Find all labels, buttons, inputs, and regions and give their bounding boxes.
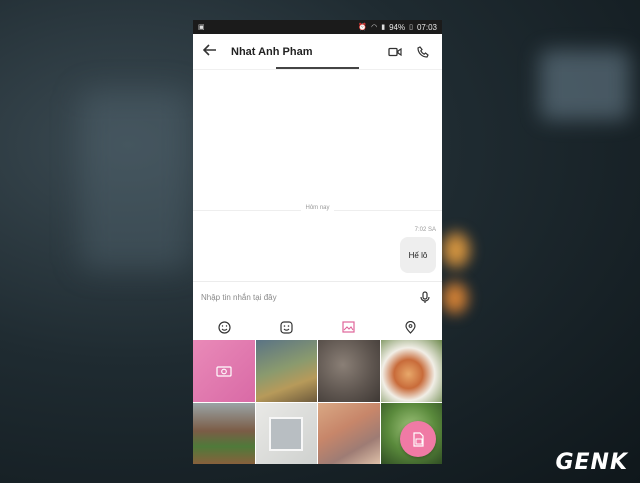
open-gallery-button[interactable] [400,421,436,457]
photo-frame [269,417,304,451]
date-divider: Hôm nay [193,205,442,211]
battery-icon: ▯ [409,24,413,31]
sticker-icon[interactable] [277,318,295,336]
battery-percent: 94% [389,22,406,32]
background-blur [540,50,630,120]
gallery-folder-icon [413,431,424,447]
background-light [440,230,472,270]
gallery-photo[interactable] [255,403,317,464]
back-arrow-icon[interactable] [202,43,229,60]
phone-screen: ▣ ⏰ ◠ ▮ 94% ▯ 07:03 Nhat Anh Pham Hôm na… [193,20,442,464]
location-icon[interactable] [402,318,420,336]
header-underline [276,67,359,69]
background-blur [80,90,190,270]
phone-icon[interactable] [414,43,432,61]
gallery-photo[interactable] [318,340,380,402]
gallery-photo[interactable] [193,403,255,464]
gallery-photo[interactable] [380,340,442,402]
chat-header: Nhat Anh Pham [193,34,442,70]
watermark-logo: GENK [555,450,628,475]
gallery-photo[interactable] [255,340,317,402]
emoji-icon[interactable] [215,318,233,336]
clock: 07:03 [416,22,437,32]
status-bar: ▣ ⏰ ◠ ▮ 94% ▯ 07:03 [193,20,442,34]
status-right: ⏰ ◠ ▮ 94% ▯ 07:03 [358,23,437,32]
signal-icon: ▮ [381,24,386,31]
gallery-photo[interactable] [318,403,380,464]
message-bubble[interactable]: Hế lô [400,237,436,273]
contact-name[interactable]: Nhat Anh Pham [231,46,376,58]
video-call-icon[interactable] [386,43,404,61]
alarm-icon: ⏰ [358,24,368,31]
message-time: 7:02 SA [414,227,436,233]
camera-tile[interactable] [193,340,255,402]
wifi-icon: ◠ [371,24,378,31]
microphone-icon[interactable] [416,289,434,307]
date-divider-label: Hôm nay [301,205,334,211]
message-input[interactable]: Nhập tin nhắn tại đây [201,293,406,302]
gallery-icon[interactable] [340,318,358,336]
gallery-notification-icon: ▣ [198,24,205,31]
composer-toolbar [193,314,442,340]
camera-icon [216,366,232,377]
background-light [440,280,470,316]
message-composer: Nhập tin nhắn tại đây [193,281,442,313]
chat-area: Hôm nay 7:02 SA Hế lô [193,70,442,296]
